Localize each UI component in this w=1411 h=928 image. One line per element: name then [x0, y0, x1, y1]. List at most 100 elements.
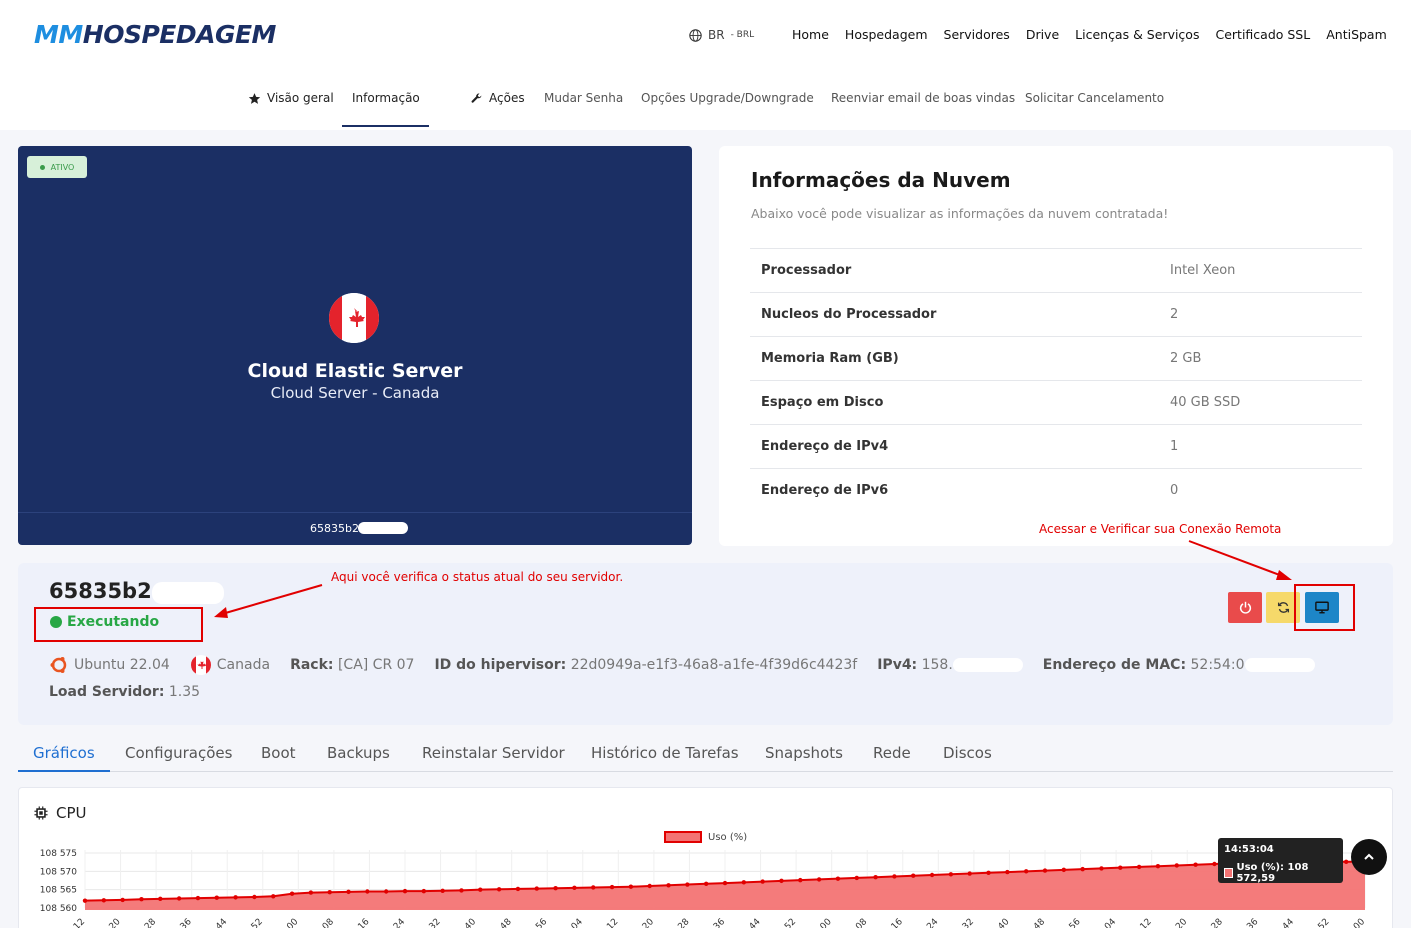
data-point	[271, 894, 276, 899]
rack-info: Rack: [CA] CR 07	[290, 657, 414, 673]
tab-reinstalar[interactable]: Reinstalar Servidor	[422, 744, 565, 762]
x-tick-label: 40	[463, 917, 478, 928]
scroll-to-top-button[interactable]	[1351, 839, 1387, 875]
tab-boot[interactable]: Boot	[261, 744, 296, 762]
data-point	[82, 898, 88, 903]
tab-rede[interactable]: Rede	[873, 744, 911, 762]
info-label: Nucleos do Processador	[761, 307, 937, 322]
x-tick-label: 40	[996, 917, 1011, 928]
nav-hospedagem[interactable]: Hospedagem	[845, 27, 928, 42]
data-point	[986, 870, 991, 875]
subnav-cancel[interactable]: Solicitar Cancelamento	[1025, 91, 1164, 105]
tab-historico[interactable]: Histórico de Tarefas	[591, 744, 739, 762]
data-point	[478, 887, 483, 892]
refresh-icon	[1277, 602, 1289, 613]
x-tick-label: 56	[1068, 917, 1083, 928]
nav-antispam[interactable]: AntiSpam	[1326, 27, 1387, 42]
ipv4-value: 158.	[921, 657, 953, 673]
y-tick-label: 108 560	[40, 904, 77, 914]
annotation-remote-text: Acessar e Verificar sua Conexão Remota	[1039, 522, 1282, 536]
data-point	[911, 873, 916, 878]
subnav-upgrade[interactable]: Opções Upgrade/Downgrade	[641, 91, 814, 105]
info-row-cores: Nucleos do Processador 2	[750, 292, 1362, 336]
subnav-change-password[interactable]: Mudar Senha	[544, 91, 623, 105]
nav-home[interactable]: Home	[792, 27, 829, 42]
data-point	[101, 898, 107, 903]
load-label: Load Servidor:	[49, 684, 165, 700]
language-code: BR	[708, 28, 725, 42]
power-button[interactable]	[1228, 592, 1262, 623]
subnav-overview[interactable]: Visão geral	[248, 91, 334, 105]
tab-discos[interactable]: Discos	[943, 744, 992, 762]
data-point	[779, 878, 784, 884]
chart-tooltip: 14:53:04 Uso (%): 108 572,59	[1218, 838, 1343, 884]
country-label: Canada	[216, 657, 271, 673]
cloud-info-card: Informações da Nuvem Abaixo você pode vi…	[719, 146, 1393, 546]
logo[interactable]: MMHOSPEDAGEM	[34, 20, 276, 49]
tab-configuracoes[interactable]: Configurações	[125, 744, 232, 762]
cpu-chart-card: CPU Uso (%) 108 575 108 570 108 565 108 560…	[18, 787, 1393, 928]
info-label: Endereço de IPv4	[761, 439, 889, 454]
logo-part-mm: MM	[34, 20, 83, 49]
cpu-chart: 108 575 108 570 108 565 108 560 12 20 28 36 44 52…	[40, 849, 1368, 928]
data-point	[685, 882, 690, 887]
y-tick-label: 108 575	[40, 849, 77, 859]
data-point	[440, 888, 445, 893]
redaction-mask	[358, 522, 408, 534]
globe-icon	[689, 28, 702, 42]
server-card: ATIVO Cloud Elastic Server Cloud Server …	[18, 146, 692, 545]
server-status-panel: 65835b2c Executando Ubuntu 22.04 Canada …	[18, 563, 1393, 725]
tab-graficos[interactable]: Gráficos	[33, 744, 95, 762]
nav-servidores[interactable]: Servidores	[944, 27, 1010, 42]
data-point	[1099, 866, 1104, 871]
ipv4-label: IPv4:	[877, 657, 918, 673]
subnav-resend-email[interactable]: Reenviar email de boas vindas	[831, 91, 1015, 105]
x-tick-label: 20	[1174, 917, 1189, 928]
data-point	[854, 875, 859, 881]
data-point	[515, 886, 521, 892]
x-tick-label: 00	[285, 917, 300, 928]
data-point	[873, 875, 878, 880]
data-point	[703, 881, 709, 886]
subnav-info[interactable]: Informação	[352, 91, 420, 105]
mac-info: Endereço de MAC: 52:54:0	[1043, 657, 1315, 673]
info-value: 1	[1170, 439, 1179, 454]
cpu-title-label: CPU	[56, 804, 87, 822]
data-point	[929, 872, 935, 878]
y-tick-label: 108 570	[40, 867, 77, 877]
data-point	[327, 890, 332, 895]
data-point	[383, 889, 389, 894]
x-tick-label: 52	[250, 917, 265, 928]
redaction-mask	[952, 658, 1023, 672]
data-point	[459, 888, 464, 893]
server-hostname: 65835b2c	[49, 579, 165, 603]
data-point	[816, 877, 822, 882]
x-tick-label: 36	[179, 917, 194, 928]
x-tick-label: 24	[392, 917, 407, 928]
mac-value: 52:54:0	[1190, 657, 1245, 673]
nav-ssl[interactable]: Certificado SSL	[1215, 27, 1310, 42]
subnav-overview-label: Visão geral	[267, 91, 334, 105]
location-info: Canada	[190, 654, 270, 676]
language-selector[interactable]: BR - BRL	[689, 28, 754, 42]
x-tick-label: 36	[712, 917, 727, 928]
x-tick-label: 48	[1032, 917, 1047, 928]
data-point	[798, 877, 803, 883]
server-id: 65835b2	[310, 522, 359, 535]
data-point	[1118, 865, 1123, 870]
redaction-mask	[152, 582, 224, 604]
data-point	[346, 889, 351, 895]
subnav-actions[interactable]: Ações	[470, 91, 525, 105]
data-point	[308, 890, 314, 895]
data-point	[553, 886, 558, 891]
x-tick-label: 48	[499, 917, 514, 928]
tab-backups[interactable]: Backups	[327, 744, 390, 762]
data-point	[760, 879, 765, 884]
nav-licencas[interactable]: Licenças & Serviços	[1075, 27, 1199, 42]
x-tick-label: 28	[1210, 917, 1225, 928]
badge-dot	[39, 164, 45, 170]
canada-flag-icon	[190, 655, 211, 675]
nav-drive[interactable]: Drive	[1026, 27, 1059, 42]
data-point	[139, 897, 144, 902]
tab-snapshots[interactable]: Snapshots	[765, 744, 843, 762]
